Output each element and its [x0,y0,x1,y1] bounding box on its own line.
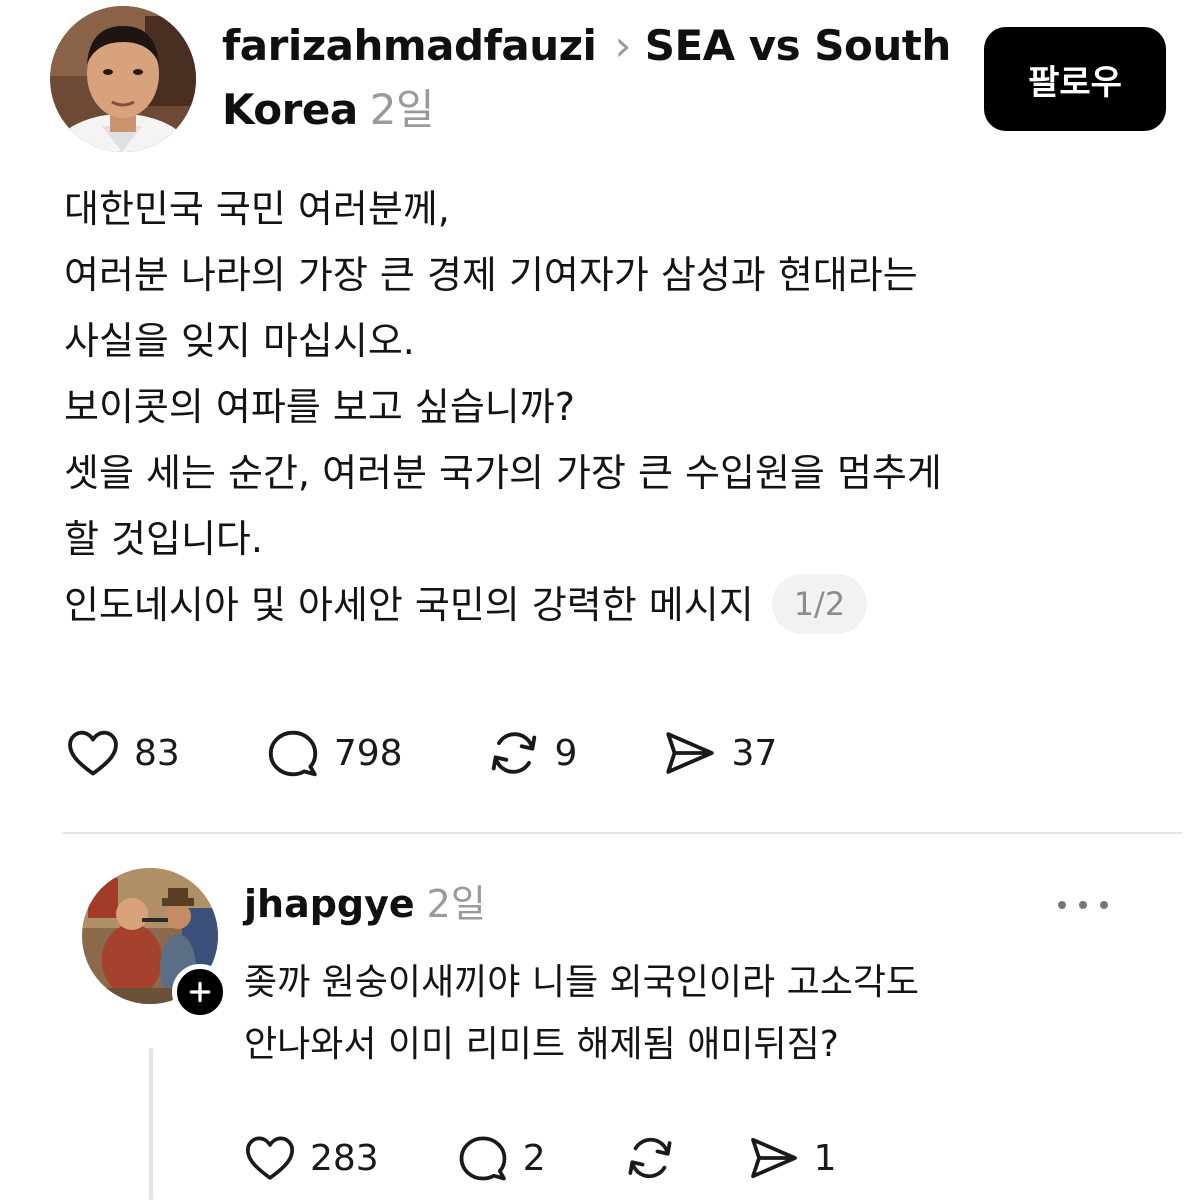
share-count: 37 [731,732,778,774]
like-button[interactable]: 83 [64,724,180,782]
speech-bubble-icon [268,730,317,777]
more-dots-icon[interactable] [1058,890,1108,920]
post-timestamp: 2일 [369,85,435,134]
like-count: 83 [134,732,180,774]
thread-connector-line [149,1048,153,1200]
repost-button[interactable]: 9 [485,724,578,782]
post-body-line: 보이콧의 여파를 보고 싶습니까? [64,385,575,429]
reply-reply-button[interactable]: 2 [455,1130,546,1186]
author-username[interactable]: farizahmadfauzi [222,21,597,70]
reply-reply-count: 2 [522,1137,546,1179]
reply-repost-button[interactable] [622,1130,678,1186]
post-body-line: 사실을 잊지 마십시오. [64,319,415,363]
reply-share-count: 1 [813,1137,837,1179]
reply-timestamp: 2일 [426,882,486,926]
more-dot [1058,901,1066,909]
topic-line-2: Korea [222,85,358,134]
reply-share-button[interactable]: 1 [746,1130,837,1186]
follow-button[interactable]: 팔로우 [984,27,1166,131]
share-button[interactable]: 37 [661,724,777,782]
post-body-line: 셋을 세는 순간, 여러분 국가의 가장 큰 수입원을 멈추게 [64,451,942,495]
heart-icon [68,730,118,776]
reply-body-line: 좆까 원숭이새끼야 니들 외국인이라 고소각도 [244,962,920,1003]
more-dot [1100,901,1108,909]
paper-plane-icon [750,1137,797,1179]
reply-body: 좆까 원숭이새끼야 니들 외국인이라 고소각도 안나와서 이미 리미트 해제됨 … [244,952,1164,1076]
reply-actions: 283 2 1 [242,1130,837,1186]
reply-author-username[interactable]: jhapgye [244,882,415,926]
repost-arrows-icon [628,1137,672,1179]
topic-line-1: SEA vs South [644,21,952,70]
author-avatar[interactable] [50,6,196,152]
reply-body-line: 안나와서 이미 리미트 해제됨 애미뒤짐? [244,1024,839,1065]
chevron-right-icon: › [614,21,631,70]
heart-icon [245,1136,295,1180]
author-avatar-image [50,6,196,152]
reply-like-count: 283 [310,1137,379,1179]
post-body-last-line: 인도네시아 및 아세안 국민의 강력한 메시지 1/2 [64,572,1174,638]
reply-button[interactable]: 798 [264,724,403,782]
post-divider [62,832,1182,834]
repost-count: 9 [554,732,578,774]
post-body-line: 대한민국 국민 여러분께, [64,187,450,231]
reply-count: 798 [333,732,403,774]
speech-bubble-icon [459,1136,507,1181]
plus-icon [189,981,211,1003]
follow-plus-button[interactable] [172,964,228,1020]
paper-plane-icon [666,732,715,774]
reply-like-button[interactable]: 283 [242,1130,379,1186]
post-header: farizahmadfauzi › SEA vs South Korea 2일 [222,14,962,142]
post-body-line: 여러분 나라의 가장 큰 경제 기여자가 삼성과 현대라는 [64,253,918,297]
post-actions: 83 798 9 37 [64,724,777,782]
post-body-line: 할 것입니다. [64,517,263,561]
repost-arrows-icon [491,732,536,774]
post-body-line: 인도네시아 및 아세안 국민의 강력한 메시지 [64,583,754,627]
post-body: 대한민국 국민 여러분께, 여러분 나라의 가장 큰 경제 기여자가 삼성과 현… [64,176,1174,638]
page-indicator-badge[interactable]: 1/2 [771,573,868,634]
more-dot [1079,901,1087,909]
reply-header: jhapgye 2일 [244,874,486,934]
